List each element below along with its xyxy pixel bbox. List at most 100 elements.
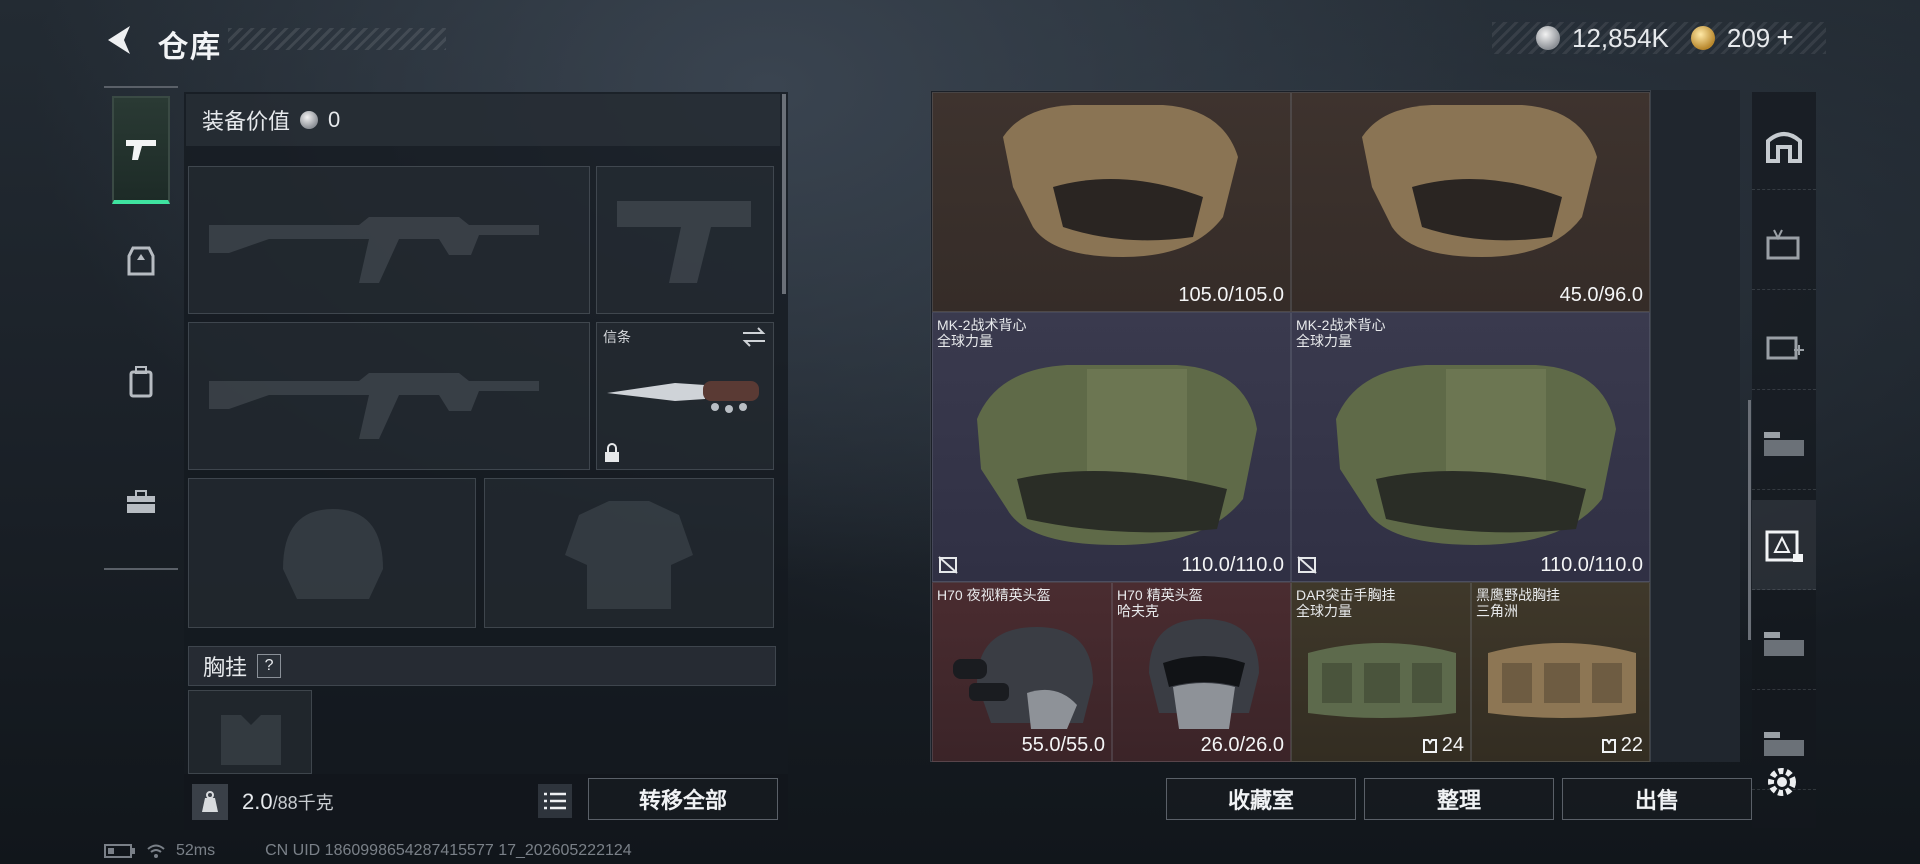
gold-coin-icon xyxy=(1690,26,1715,50)
silver-amount: 12,854K xyxy=(1572,22,1669,53)
item-name: 黑鹰野战胸挂 三角洲 xyxy=(1476,587,1560,619)
loadout-scrollbar[interactable] xyxy=(782,94,786,294)
battery-icon xyxy=(104,844,135,858)
item-name: H70 夜视精英头盔 xyxy=(937,587,1051,603)
chest-rig-icon xyxy=(1488,643,1636,718)
tab-storage-gti-1[interactable] xyxy=(1752,400,1816,490)
body-armor-slot[interactable] xyxy=(484,478,774,628)
tab-weapons[interactable] xyxy=(112,96,170,204)
rig-icon xyxy=(1601,738,1616,753)
storage-item[interactable]: DAR突击手胸挂 全球力量 24 xyxy=(1291,582,1471,762)
storage-item[interactable]: 45.0/96.0 xyxy=(1291,92,1650,312)
back-button[interactable] xyxy=(100,20,140,60)
tab-storage-iv[interactable] xyxy=(1752,300,1816,390)
chest-rig-label: 胸挂 xyxy=(203,655,248,680)
knife-icon xyxy=(607,381,759,413)
user-uid: CN UID 1860998654287415577 17_2026052221… xyxy=(265,842,632,859)
storage-tabs xyxy=(1752,92,1816,828)
gear-icon xyxy=(1768,768,1796,796)
silver-coin-icon xyxy=(1536,26,1560,50)
page-title: 仓库 xyxy=(158,31,222,64)
gti-case-icon xyxy=(1764,731,1804,756)
ping-readout: 52ms xyxy=(176,842,216,859)
item-name: DAR突击手胸挂 全球力量 xyxy=(1296,587,1396,619)
storage-item[interactable]: H70 精英头盔 哈夫克 26.0/26.0 xyxy=(1112,582,1291,762)
rig-icon xyxy=(1422,738,1437,753)
tab-backpack[interactable] xyxy=(112,328,170,436)
tab-toolbox[interactable] xyxy=(112,448,170,556)
case-iv-icon xyxy=(1766,336,1804,359)
weight-current: 2.0 xyxy=(242,789,273,814)
equip-value-amount: 0 xyxy=(328,107,341,132)
pistol-icon xyxy=(126,140,156,160)
case-v-icon xyxy=(1766,229,1800,259)
item-durability: 110.0/110.0 xyxy=(1181,554,1284,576)
transfer-all-button[interactable]: 转移全部 xyxy=(588,778,778,820)
gti-case-icon xyxy=(1764,631,1804,656)
helmet-silhouette-icon xyxy=(283,509,383,599)
tab-storage-v[interactable] xyxy=(1752,200,1816,290)
elite-helmet-icon xyxy=(1149,619,1259,729)
storage-item[interactable]: 黑鹰野战胸挂 三角洲 22 xyxy=(1471,582,1650,762)
category-tabs xyxy=(104,86,178,570)
primary-weapon-slot[interactable] xyxy=(188,166,590,314)
storage-item[interactable]: MK-2战术背心 全球力量 110.0/110.0 xyxy=(1291,312,1650,582)
chest-rig-header: 胸挂 ? xyxy=(188,646,776,686)
chest-rig-slot[interactable] xyxy=(188,690,312,774)
settings-button[interactable] xyxy=(1762,762,1802,802)
kg-icon xyxy=(192,784,228,820)
gti-armor-icon xyxy=(1765,530,1803,562)
storage-item[interactable]: 105.0/105.0 xyxy=(932,92,1291,312)
tab-storage-gti-2[interactable] xyxy=(1752,600,1816,690)
no-repair-icon xyxy=(1297,556,1317,574)
tab-storage-home[interactable] xyxy=(1752,100,1816,190)
sell-button[interactable]: 出售 xyxy=(1562,778,1752,820)
secondary-weapon-slot[interactable] xyxy=(188,322,590,470)
silver-coin-icon xyxy=(300,111,319,129)
weight-readout: 2.0/88千克 xyxy=(242,789,334,815)
item-name: MK-2战术背心 全球力量 xyxy=(1296,317,1386,349)
melee-slot[interactable]: 信条 xyxy=(596,322,774,470)
help-button[interactable]: ? xyxy=(257,654,282,678)
title-decoration xyxy=(228,28,446,50)
vault-icon xyxy=(1766,131,1802,163)
helmet-slot[interactable] xyxy=(188,478,476,628)
armor-icon xyxy=(127,246,155,276)
tactical-vest-icon xyxy=(1336,365,1616,545)
night-vision-helmet-icon xyxy=(953,627,1093,729)
vest-silhouette-icon xyxy=(565,501,693,609)
equip-value-label: 装备价值 xyxy=(202,109,291,134)
lock-icon xyxy=(605,443,619,462)
no-repair-icon xyxy=(938,556,958,574)
list-icon xyxy=(544,792,566,810)
tab-armor[interactable] xyxy=(112,208,170,316)
storage-item[interactable]: MK-2战术背心 全球力量 110.0/110.0 xyxy=(932,312,1291,582)
toolbox-icon xyxy=(127,490,155,513)
rifle-silhouette-icon xyxy=(209,217,539,283)
chest-rig-icon xyxy=(1308,643,1456,718)
swap-icon[interactable] xyxy=(741,327,767,347)
status-bar: 52ms CN UID 1860998654287415577 17_20260… xyxy=(104,842,632,860)
tactical-vest-icon xyxy=(977,365,1257,545)
storage-empty-column xyxy=(1650,90,1740,762)
item-durability: 55.0/55.0 xyxy=(1021,734,1105,756)
add-currency-button[interactable]: + xyxy=(1776,21,1794,55)
armor-vest-icon xyxy=(1362,105,1597,257)
list-view-button[interactable] xyxy=(538,784,572,818)
back-arrow-icon xyxy=(108,26,130,54)
item-count: 22 xyxy=(1601,734,1643,757)
currency-bar: 12,854K 209 + xyxy=(1492,21,1826,55)
item-durability: 105.0/105.0 xyxy=(1178,284,1284,306)
item-durability: 26.0/26.0 xyxy=(1200,734,1284,756)
collection-room-button[interactable]: 收藏室 xyxy=(1166,778,1356,820)
item-durability: 45.0/96.0 xyxy=(1559,284,1643,306)
organize-button[interactable]: 整理 xyxy=(1364,778,1554,820)
melee-slot-label: 信条 xyxy=(603,329,631,345)
storage-tabs-scrollbar[interactable] xyxy=(1748,400,1751,640)
storage-item[interactable]: H70 夜视精英头盔 55.0/55.0 xyxy=(932,582,1112,762)
weight-max: /88千克 xyxy=(272,793,334,813)
pistol-silhouette-icon xyxy=(617,201,751,283)
tab-storage-gti-active[interactable] xyxy=(1752,500,1816,590)
pistol-slot[interactable] xyxy=(596,166,774,314)
rig-silhouette-icon xyxy=(221,715,281,765)
